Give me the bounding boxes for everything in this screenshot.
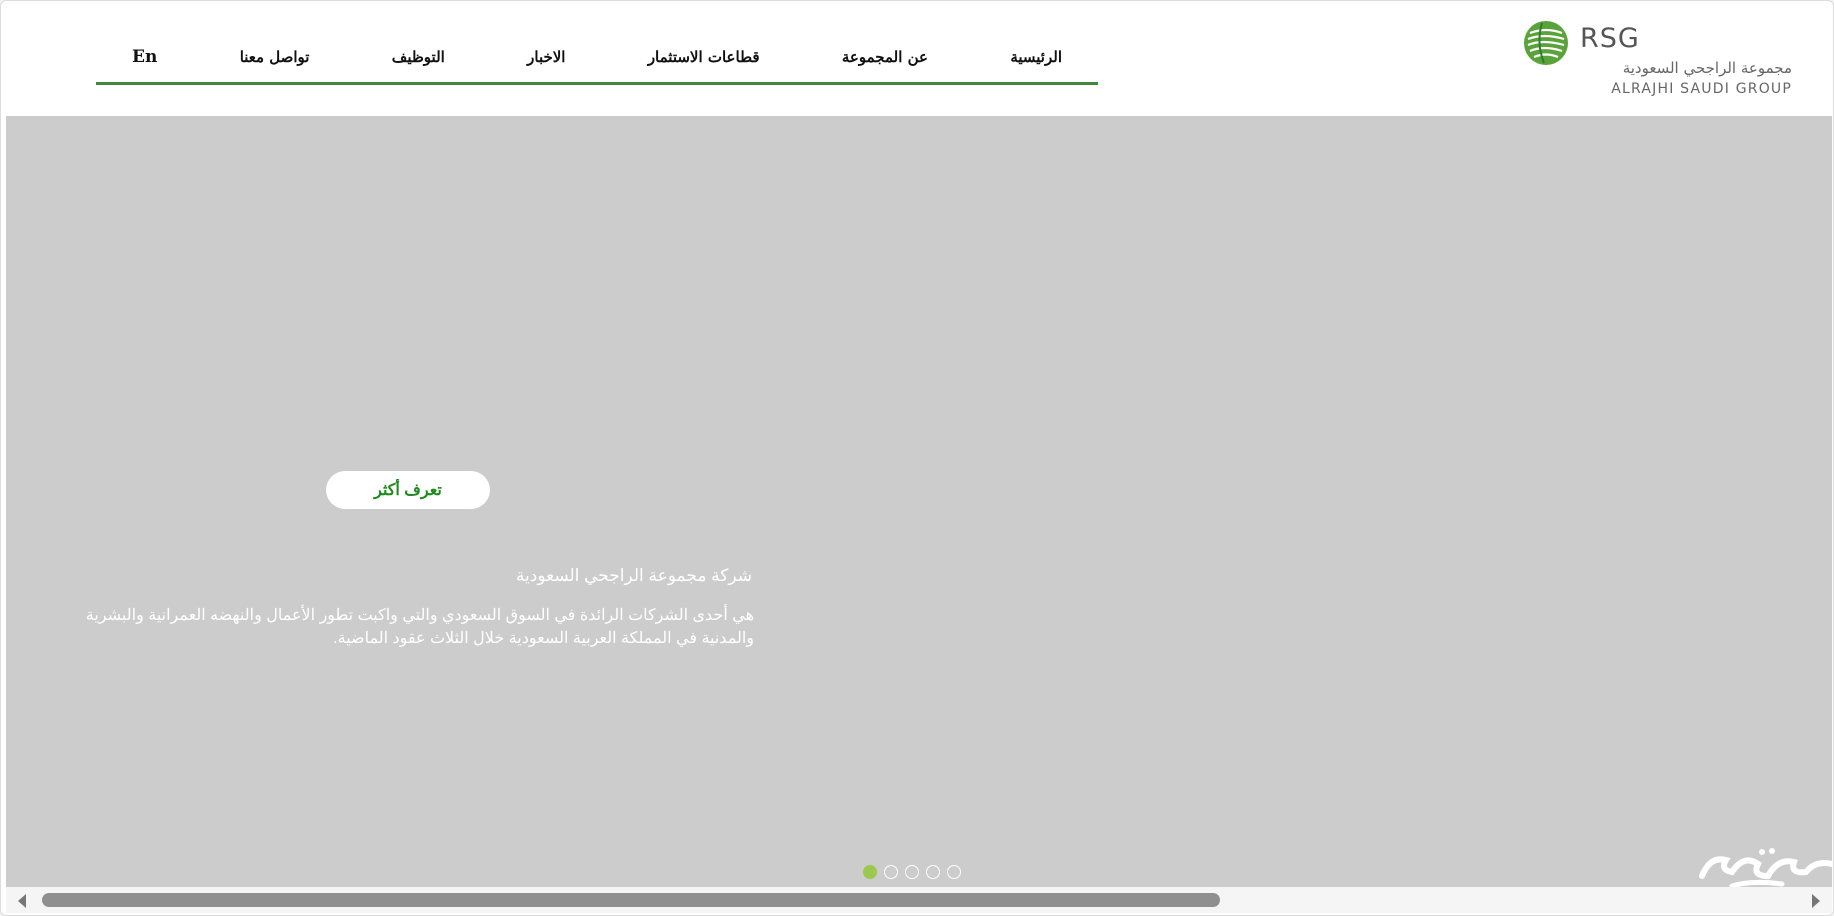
calligraphy-watermark-icon bbox=[1699, 848, 1832, 887]
hero-title: شركة مجموعة الراجحي السعودية bbox=[515, 566, 752, 585]
nav-item-sectors[interactable]: قطاعات الاستثمار bbox=[648, 48, 760, 66]
carousel-dot-2[interactable] bbox=[884, 865, 898, 879]
logo-name-english: ALRAJHI SAUDI GROUP bbox=[1611, 81, 1792, 97]
learn-more-button[interactable]: تعرف أكثر bbox=[326, 471, 490, 509]
nav-item-about[interactable]: عن المجموعة bbox=[842, 48, 928, 66]
nav-item-home[interactable]: الرئيسية bbox=[1010, 48, 1062, 66]
site-header: الرئيسية عن المجموعة قطاعات الاستثمار ال… bbox=[6, 3, 1832, 116]
logo-acronym: RSG bbox=[1580, 23, 1640, 54]
carousel-dot-5[interactable] bbox=[947, 865, 961, 879]
nav-item-news[interactable]: الاخبار bbox=[527, 48, 565, 66]
logo-name-arabic: مجموعة الراجحي السعودية bbox=[1622, 59, 1792, 77]
browser-frame: الرئيسية عن المجموعة قطاعات الاستثمار ال… bbox=[0, 0, 1834, 916]
nav-item-contact[interactable]: تواصل معنا bbox=[240, 48, 310, 66]
carousel-dot-1[interactable] bbox=[863, 865, 877, 879]
language-switch[interactable]: En bbox=[132, 47, 157, 67]
site-logo[interactable]: RSG مجموعة الراجحي السعودية ALRAJHI SAUD… bbox=[1522, 19, 1792, 105]
hero-description: هي أحدى الشركات الرائدة في السوق السعودي… bbox=[85, 607, 754, 647]
carousel-dot-3[interactable] bbox=[905, 865, 919, 879]
carousel-dots bbox=[863, 865, 961, 879]
horizontal-scrollbar[interactable] bbox=[6, 887, 1832, 913]
hero-slider: تعرف أكثر شركة مجموعة الراجحي السعودية ه… bbox=[6, 116, 1832, 887]
nav-item-careers[interactable]: التوظيف bbox=[392, 48, 445, 66]
rsg-logo-mark-icon bbox=[1524, 21, 1568, 65]
scroll-left-arrow-icon[interactable] bbox=[18, 894, 26, 908]
scroll-right-arrow-icon[interactable] bbox=[1812, 894, 1820, 908]
main-nav: الرئيسية عن المجموعة قطاعات الاستثمار ال… bbox=[96, 31, 1098, 85]
carousel-dot-4[interactable] bbox=[926, 865, 940, 879]
scrollbar-thumb[interactable] bbox=[42, 893, 1220, 907]
